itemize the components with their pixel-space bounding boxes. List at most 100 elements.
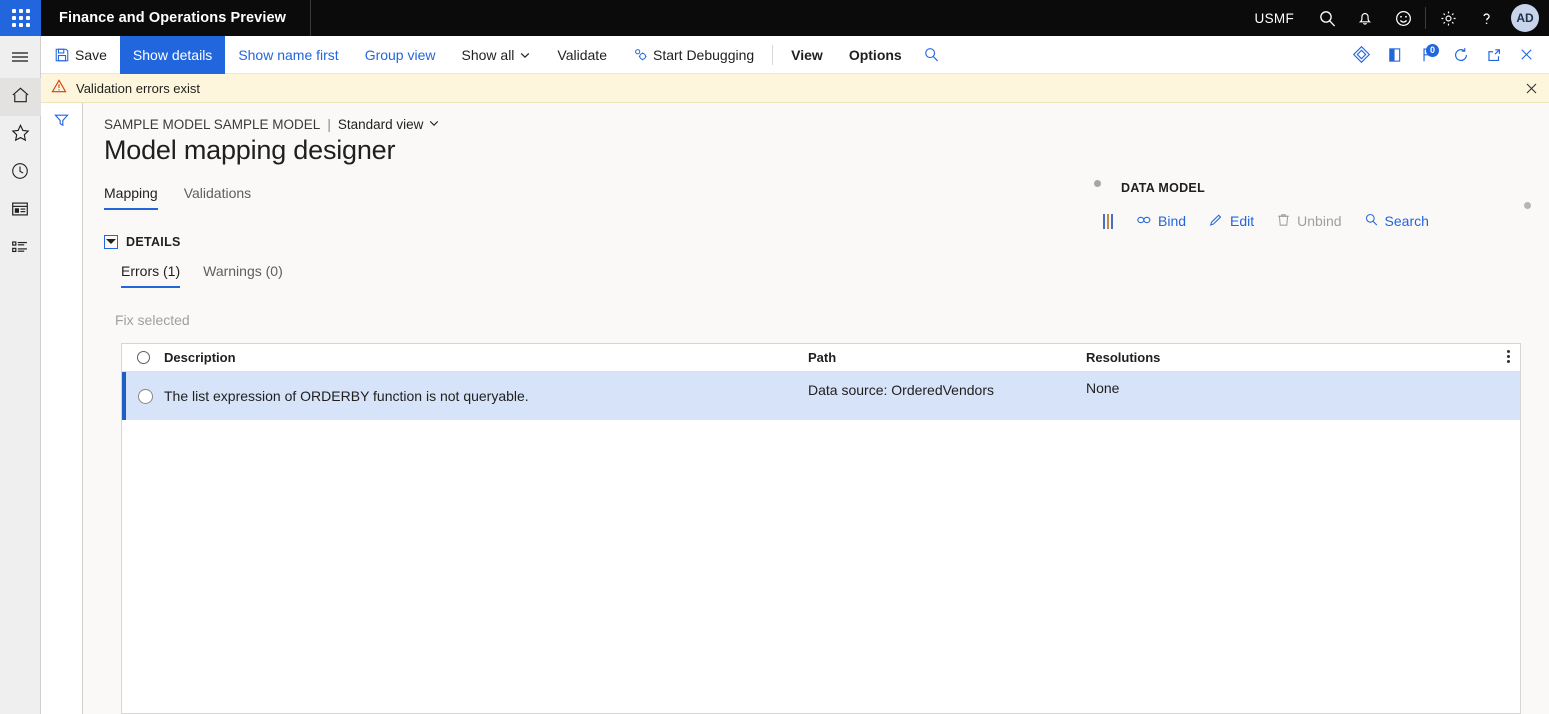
save-button[interactable]: Save bbox=[41, 36, 120, 74]
view-label: View bbox=[791, 46, 823, 63]
splitter-grip-handle[interactable] bbox=[1103, 213, 1113, 229]
refresh-icon[interactable] bbox=[1444, 36, 1477, 74]
save-label: Save bbox=[75, 46, 107, 63]
details-section-toggle[interactable]: DETAILS bbox=[104, 235, 181, 249]
sidebar-item-home[interactable] bbox=[0, 78, 41, 116]
row-select-cell bbox=[126, 388, 164, 404]
command-bar: Save Show details Show name first Group … bbox=[41, 35, 1549, 74]
notifications-bell-icon[interactable] bbox=[1346, 0, 1384, 36]
kebab-menu-icon[interactable] bbox=[1507, 350, 1510, 363]
breadcrumb-view-label: Standard view bbox=[337, 117, 424, 132]
collapse-triangle-icon bbox=[104, 235, 118, 249]
attachments-flag-icon[interactable]: 0 bbox=[1411, 36, 1444, 74]
edit-label: Edit bbox=[1230, 213, 1255, 229]
subtab-errors[interactable]: Errors (1) bbox=[121, 263, 181, 288]
sidebar-item-favorites[interactable] bbox=[0, 116, 41, 154]
bind-button[interactable]: Bind bbox=[1125, 208, 1197, 234]
options-label: Options bbox=[848, 46, 902, 63]
details-subtabs: Errors (1) Warnings (0) bbox=[121, 263, 283, 288]
search-icon[interactable] bbox=[1308, 0, 1346, 36]
close-icon[interactable] bbox=[1510, 36, 1543, 74]
data-model-search-button[interactable]: Search bbox=[1353, 208, 1440, 234]
tab-mapping[interactable]: Mapping bbox=[104, 185, 158, 210]
breadcrumb-model: SAMPLE MODEL SAMPLE MODEL bbox=[104, 117, 321, 132]
column-header-resolutions[interactable]: Resolutions bbox=[1086, 350, 1520, 365]
show-all-dropdown[interactable]: Show all bbox=[449, 36, 545, 74]
feedback-smiley-icon[interactable] bbox=[1384, 0, 1422, 36]
debug-gear-icon bbox=[633, 47, 648, 62]
search-icon bbox=[1364, 212, 1379, 230]
validation-message-bar: Validation errors exist bbox=[41, 74, 1549, 103]
show-name-first-label: Show name first bbox=[238, 46, 339, 63]
sidebar-item-recent[interactable] bbox=[0, 154, 41, 192]
unbind-label: Unbind bbox=[1297, 213, 1342, 229]
select-all-radio[interactable] bbox=[136, 351, 150, 364]
open-in-new-window-icon[interactable] bbox=[1477, 36, 1510, 74]
start-debugging-button[interactable]: Start Debugging bbox=[620, 36, 767, 74]
chevron-down-icon bbox=[428, 117, 440, 132]
filter-panel bbox=[41, 103, 83, 714]
page-tabs: Mapping Validations bbox=[104, 185, 251, 210]
attachments-badge-count: 0 bbox=[1426, 43, 1439, 57]
left-navigation-rail bbox=[0, 36, 41, 714]
filter-funnel-icon[interactable] bbox=[53, 112, 70, 714]
column-header-path[interactable]: Path bbox=[808, 350, 1086, 365]
select-all-cell bbox=[122, 351, 164, 364]
app-launcher-button[interactable] bbox=[0, 0, 41, 36]
show-details-button[interactable]: Show details bbox=[119, 35, 226, 74]
help-question-icon[interactable] bbox=[1467, 0, 1505, 36]
details-section-label: DETAILS bbox=[126, 235, 181, 249]
table-row[interactable]: The list expression of ORDERBY function … bbox=[122, 372, 1520, 420]
show-details-label: Show details bbox=[132, 46, 213, 63]
panel-book-icon[interactable] bbox=[1378, 36, 1411, 74]
view-button[interactable]: View bbox=[778, 36, 836, 74]
start-debugging-label: Start Debugging bbox=[652, 46, 755, 63]
subtab-warnings[interactable]: Warnings (0) bbox=[203, 263, 283, 288]
breadcrumb-view-selector[interactable]: Standard view bbox=[338, 117, 441, 132]
main-content-area: SAMPLE MODEL SAMPLE MODEL | Standard vie… bbox=[83, 103, 1549, 714]
grid-empty-body bbox=[122, 420, 1520, 714]
options-button[interactable]: Options bbox=[836, 36, 915, 74]
breadcrumb-separator: | bbox=[327, 117, 331, 132]
home-icon bbox=[10, 85, 31, 110]
command-search-icon[interactable] bbox=[915, 36, 948, 74]
validate-label: Validate bbox=[557, 46, 607, 63]
command-bar-divider bbox=[772, 44, 774, 65]
show-name-first-button[interactable]: Show name first bbox=[225, 36, 351, 74]
link-bind-icon bbox=[1136, 213, 1152, 230]
top-header-bar: Finance and Operations Preview USMF AD bbox=[0, 0, 1549, 36]
avatar[interactable]: AD bbox=[1511, 4, 1539, 32]
grid-header-row: Description Path Resolutions bbox=[122, 344, 1520, 372]
breadcrumb: SAMPLE MODEL SAMPLE MODEL | Standard vie… bbox=[104, 117, 440, 132]
settings-gear-icon[interactable] bbox=[1429, 0, 1467, 36]
unbind-button: Unbind bbox=[1265, 208, 1352, 234]
workspace-icon bbox=[10, 200, 30, 223]
page-title: Model mapping designer bbox=[104, 135, 396, 165]
pencil-edit-icon bbox=[1208, 212, 1224, 231]
group-view-label: Group view bbox=[364, 46, 436, 63]
sidebar-item-workspaces[interactable] bbox=[0, 192, 41, 230]
list-icon bbox=[10, 238, 30, 261]
panel-resize-dot-left[interactable] bbox=[1094, 180, 1101, 187]
column-header-description[interactable]: Description bbox=[164, 350, 808, 365]
app-launcher-icon bbox=[11, 9, 30, 27]
edit-button[interactable]: Edit bbox=[1197, 208, 1265, 234]
cell-resolutions: None bbox=[1086, 380, 1120, 396]
star-icon bbox=[10, 123, 31, 148]
errors-grid: Description Path Resolutions The list ex… bbox=[121, 343, 1521, 714]
personalize-diamond-icon[interactable] bbox=[1345, 36, 1378, 74]
hamburger-icon bbox=[10, 49, 30, 70]
data-model-toolbar: Bind Edit Unbind Search bbox=[1103, 208, 1440, 234]
validate-button[interactable]: Validate bbox=[544, 36, 620, 74]
group-view-button[interactable]: Group view bbox=[352, 36, 449, 74]
header-actions: USMF AD bbox=[1241, 0, 1549, 36]
sidebar-item-hamburger-menu[interactable] bbox=[0, 40, 41, 78]
message-bar-close-icon[interactable] bbox=[1524, 81, 1539, 96]
sidebar-item-modules[interactable] bbox=[0, 230, 41, 268]
tab-validations[interactable]: Validations bbox=[184, 185, 251, 210]
panel-resize-dot-right[interactable] bbox=[1524, 202, 1531, 209]
cell-description: The list expression of ORDERBY function … bbox=[164, 388, 529, 404]
fix-selected-button[interactable]: Fix selected bbox=[115, 312, 190, 328]
company-selector[interactable]: USMF bbox=[1241, 11, 1308, 26]
row-select-radio[interactable] bbox=[137, 388, 153, 404]
